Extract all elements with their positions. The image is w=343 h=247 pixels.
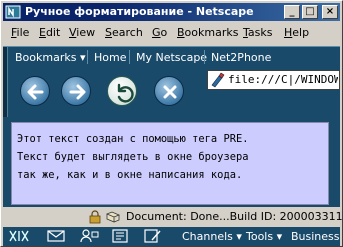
menu-bookmarks[interactable]: Bookmarks [177,26,238,39]
close-button[interactable]: × [322,5,338,19]
menu-tasks[interactable]: Tasks [243,26,272,39]
reload-icon [117,83,134,103]
maximize-button[interactable]: □ [302,5,318,19]
instant-messenger-icon[interactable] [79,229,99,246]
component-bar: Channels ▾ Tools ▾ Business [3,227,340,246]
tools-menu[interactable]: Tools ▾ [246,230,282,243]
netscape-icon [5,4,21,20]
stop-button[interactable] [154,76,184,106]
status-text: Document: Done...Build ID: 2000033112 [126,210,343,223]
forward-arrow-icon [69,84,86,100]
toolbar-grip[interactable] [3,47,8,67]
my-netscape-link[interactable]: My Netscape [136,51,207,64]
netscape-component-icon[interactable] [8,229,30,246]
content-frame: Этот текст создан с помощью тега PRE. Те… [3,117,340,207]
mail-icon[interactable] [47,229,65,246]
pre-text-line: Текст будет выглядеть в окне броузера [17,151,249,163]
pre-text-line: Этот текст создан с помощью тега PRE. [17,133,249,145]
channels-menu[interactable]: Channels ▾ [182,230,242,243]
stop-icon [163,85,177,99]
page-content: Этот текст создан с помощью тега PRE. Те… [11,122,329,205]
pre-text-line: так же, как и в окне написания кода. [17,169,243,181]
page-icon[interactable] [210,72,226,91]
back-arrow-icon [27,84,44,100]
navigation-toolbar: file:///C|/WINDOWS [3,67,340,117]
status-bar: Document: Done...Build ID: 2000033112 [3,207,343,227]
menu-search[interactable]: Search [105,26,143,39]
menu-view[interactable]: View [69,26,95,39]
window-title: Ручное форматирование - Netscape [25,5,254,18]
personal-toolbar: Bookmarks ▾ Home My Netscape Net2Phone [3,46,340,67]
menu-bar: File Edit View Search Go Bookmarks Tasks… [3,23,340,43]
browser-window: Ручное форматирование - Netscape _ □ × F… [0,0,343,247]
security-icon[interactable] [88,210,102,224]
url-text[interactable]: file:///C|/WINDOWS [228,73,338,86]
title-bar: Ручное форматирование - Netscape _ □ × [3,3,340,21]
composer-icon[interactable] [143,229,163,246]
business-menu[interactable]: Business [291,230,340,243]
menu-edit[interactable]: Edit [39,26,60,39]
address-field[interactable]: file:///C|/WINDOWS [207,70,340,90]
separator [204,50,205,64]
reload-button[interactable] [107,76,137,106]
menu-file[interactable]: File [11,26,29,39]
bookmarks-button[interactable]: Bookmarks ▾ [15,51,85,64]
forward-button[interactable] [61,76,91,106]
menu-go[interactable]: Go [152,26,167,39]
toolbar-grip[interactable] [3,67,8,117]
address-book-icon[interactable] [111,229,131,246]
connection-icon [105,210,121,224]
separator [87,50,88,64]
net2phone-link[interactable]: Net2Phone [211,51,271,64]
minimize-button[interactable]: _ [284,5,300,19]
separator [129,50,130,64]
back-button[interactable] [20,76,50,106]
menu-help[interactable]: Help [284,26,309,39]
home-link[interactable]: Home [94,51,126,64]
